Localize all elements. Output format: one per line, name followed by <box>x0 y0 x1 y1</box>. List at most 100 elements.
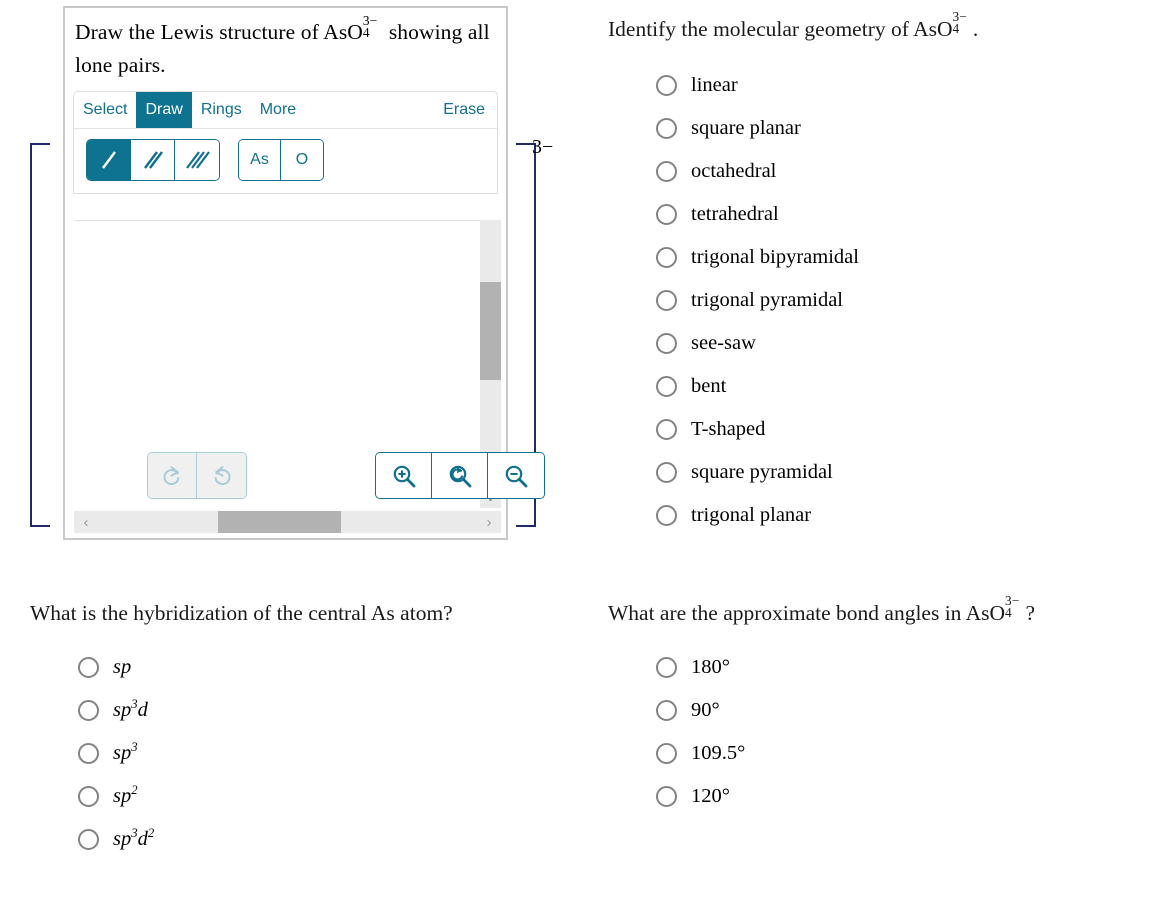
radio-icon[interactable] <box>656 700 677 722</box>
option-sp3d2[interactable]: sp3d2 <box>78 818 550 861</box>
zoom-out-icon <box>505 465 528 487</box>
tab-select[interactable]: Select <box>74 92 136 128</box>
option-trigonal-bipyramidal[interactable]: trigonal bipyramidal <box>656 236 1148 279</box>
option-octahedral[interactable]: octahedral <box>656 150 1148 193</box>
option-t-shaped[interactable]: T-shaped <box>656 408 1148 451</box>
option-90-deg[interactable]: 90° <box>656 689 1128 732</box>
radio-icon[interactable] <box>656 786 677 808</box>
radio-icon[interactable] <box>656 419 677 441</box>
option-square-planar[interactable]: square planar <box>656 107 1148 150</box>
formula-index: 4 <box>362 25 370 41</box>
hybridization-options: sp sp3d sp3 sp2 sp3d2 <box>30 646 550 861</box>
option-sp[interactable]: sp <box>78 646 550 689</box>
option-tetrahedral[interactable]: tetrahedral <box>656 193 1148 236</box>
option-label: square planar <box>691 117 801 140</box>
radio-icon[interactable] <box>78 829 99 851</box>
undo-button[interactable] <box>197 453 246 498</box>
radio-icon[interactable] <box>656 118 677 140</box>
bond-type-group <box>86 139 220 182</box>
geometry-options: linear square planar octahedral tetrahed… <box>608 64 1148 537</box>
geometry-prompt-suffix: . <box>972 17 979 41</box>
radio-icon[interactable] <box>78 743 99 765</box>
zoom-button-group <box>375 452 545 499</box>
history-button-group <box>147 452 247 499</box>
option-see-saw[interactable]: see-saw <box>656 322 1148 365</box>
option-trigonal-pyramidal[interactable]: trigonal pyramidal <box>656 279 1148 322</box>
tab-more[interactable]: More <box>251 92 305 128</box>
option-label: trigonal pyramidal <box>691 289 843 312</box>
radio-icon[interactable] <box>656 161 677 183</box>
option-label: sp3d2 <box>113 826 155 851</box>
option-label: 180° <box>691 656 730 679</box>
vertical-scroll-thumb[interactable] <box>480 282 501 380</box>
lewis-structure-question: 3− Draw the Lewis structure of AsO 3− 4 sh… <box>0 0 575 560</box>
horizontal-scroll-track[interactable] <box>98 511 477 533</box>
radio-icon[interactable] <box>656 462 677 484</box>
chevron-left-icon[interactable]: ‹ <box>74 514 98 531</box>
draw-prompt: Draw the Lewis structure of AsO 3− 4 showi… <box>65 8 506 85</box>
option-sp3[interactable]: sp3 <box>78 732 550 775</box>
radio-icon[interactable] <box>656 75 677 97</box>
option-label: sp3 <box>113 740 138 765</box>
chevron-right-icon[interactable]: › <box>477 514 501 531</box>
hybridization-question: What is the hybridization of the central… <box>30 598 550 861</box>
zoom-in-icon <box>393 465 415 487</box>
triple-bond-button[interactable] <box>175 140 219 181</box>
horizontal-scroll-thumb[interactable] <box>218 511 341 533</box>
redo-button[interactable] <box>148 453 197 498</box>
option-sp2[interactable]: sp2 <box>78 775 550 818</box>
bond-angles-options: 180° 90° 109.5° 120° <box>608 646 1128 818</box>
double-bond-button[interactable] <box>131 140 175 181</box>
geometry-prompt-prefix: Identify the molecular geometry of <box>608 17 914 41</box>
geometry-prompt-formula: AsO 3− 4 <box>913 9 973 41</box>
option-sp3d[interactable]: sp3d <box>78 689 550 732</box>
radio-icon[interactable] <box>656 505 677 527</box>
zoom-out-button[interactable] <box>488 453 544 498</box>
radio-icon[interactable] <box>656 657 677 679</box>
radio-icon[interactable] <box>656 333 677 355</box>
option-label: square pyramidal <box>691 461 833 484</box>
angles-prompt-suffix: ? <box>1025 601 1036 625</box>
radio-icon[interactable] <box>656 376 677 398</box>
worksheet-page: 3− Draw the Lewis structure of AsO 3− 4 sh… <box>0 0 1171 905</box>
option-trigonal-planar[interactable]: trigonal planar <box>656 494 1148 537</box>
editor-tool-row: As O <box>74 129 497 193</box>
single-bond-button[interactable] <box>87 140 131 181</box>
option-120-deg[interactable]: 120° <box>656 775 1128 818</box>
horizontal-scrollbar[interactable]: ‹ › <box>74 511 501 533</box>
zoom-in-button[interactable] <box>376 453 432 498</box>
option-180-deg[interactable]: 180° <box>656 646 1128 689</box>
erase-button[interactable]: Erase <box>434 92 497 128</box>
geometry-question: Identify the molecular geometry of AsO 3−… <box>608 9 1148 537</box>
zoom-reset-button[interactable] <box>432 453 488 498</box>
radio-icon[interactable] <box>78 657 99 679</box>
radio-icon[interactable] <box>656 290 677 312</box>
formula-index: 4 <box>1005 605 1012 621</box>
element-button-as[interactable]: As <box>239 140 281 181</box>
element-button-o[interactable]: O <box>281 140 323 181</box>
molecule-editor-panel: Draw the Lewis structure of AsO 3− 4 showi… <box>63 6 545 540</box>
charge-label: 3− <box>532 136 554 158</box>
tab-draw[interactable]: Draw <box>136 92 192 129</box>
tab-rings[interactable]: Rings <box>192 92 251 128</box>
radio-icon[interactable] <box>78 700 99 722</box>
option-label: octahedral <box>691 160 777 183</box>
radio-icon[interactable] <box>656 743 677 765</box>
angles-prompt-prefix: What are the approximate bond angles in <box>608 601 966 625</box>
geometry-question-prompt: Identify the molecular geometry of AsO 3−… <box>608 9 1148 44</box>
editor-toolbar: Select Draw Rings More Erase As O <box>73 91 498 195</box>
option-linear[interactable]: linear <box>656 64 1148 107</box>
draw-prompt-formula: AsO 3− 4 <box>323 13 383 44</box>
redo-icon <box>163 465 180 485</box>
option-label: sp3d <box>113 697 148 722</box>
formula-base: AsO <box>323 20 363 44</box>
radio-icon[interactable] <box>656 247 677 269</box>
option-bent[interactable]: bent <box>656 365 1148 408</box>
option-square-pyramidal[interactable]: square pyramidal <box>656 451 1148 494</box>
radio-icon[interactable] <box>656 204 677 226</box>
option-label: 109.5° <box>691 742 746 765</box>
radio-icon[interactable] <box>78 786 99 808</box>
option-109-5-deg[interactable]: 109.5° <box>656 732 1128 775</box>
option-label: linear <box>691 74 738 97</box>
option-label: trigonal planar <box>691 504 812 527</box>
